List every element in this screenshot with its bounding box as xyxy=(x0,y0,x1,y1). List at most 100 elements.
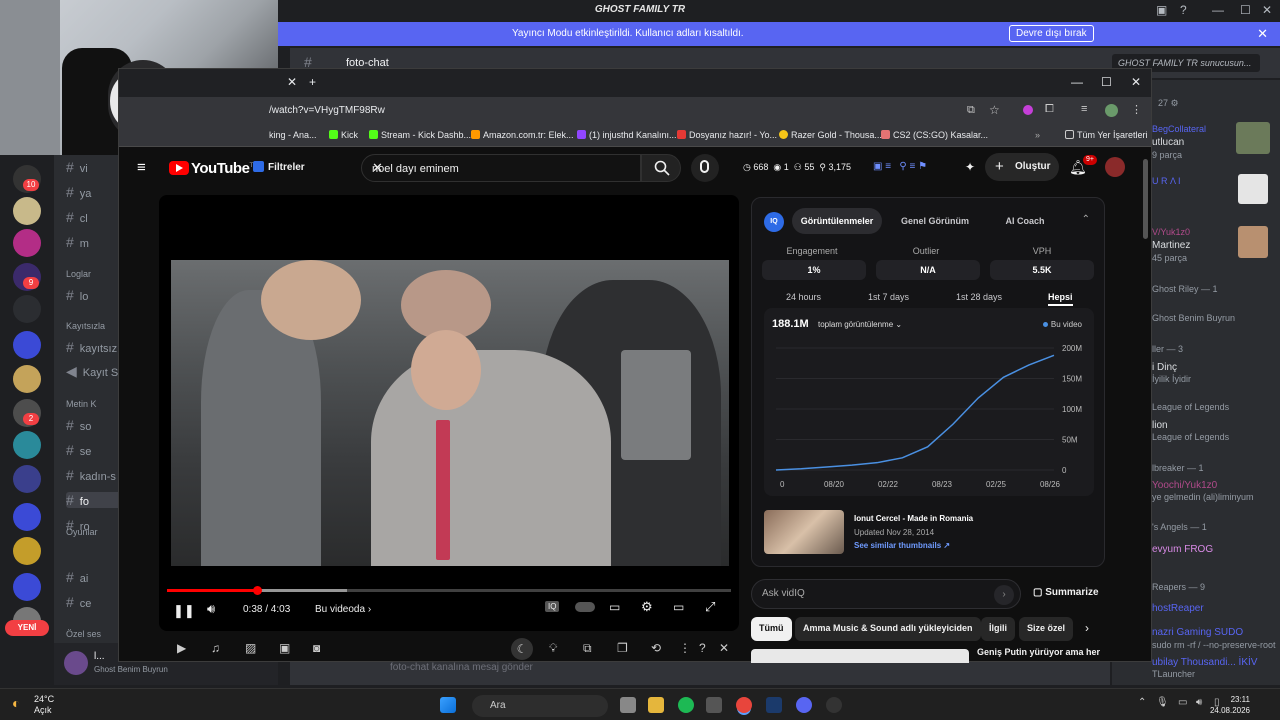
chapter-button[interactable]: Bu videoda › xyxy=(315,604,371,615)
close-icon[interactable]: ✕ xyxy=(1131,75,1141,89)
ask-vidiq-input[interactable]: Ask vidIQ › xyxy=(751,579,1021,609)
close-icon[interactable]: ✕ xyxy=(719,641,729,655)
range-24h[interactable]: 24 hours xyxy=(786,292,821,302)
member-name[interactable]: lion xyxy=(1152,420,1168,431)
bookmark-item[interactable]: Amazon.com.tr: Elek... xyxy=(471,130,574,140)
maximize-icon[interactable]: ☐ xyxy=(1101,75,1112,89)
close-tab-icon[interactable]: ✕ xyxy=(287,75,297,89)
minimize-icon[interactable]: — xyxy=(1071,75,1083,89)
channel-item[interactable]: # ya xyxy=(66,184,91,200)
more-bookmarks-icon[interactable]: » xyxy=(1035,130,1040,140)
volume-icon[interactable]: 🔊︎ xyxy=(207,601,215,617)
close-icon[interactable]: ✕ xyxy=(1262,3,1272,17)
vidiq-player-icon[interactable]: IQ xyxy=(545,601,560,612)
channel-item[interactable]: # cl xyxy=(66,209,88,225)
related-video[interactable]: Ionut Cercel - Made in Romania Updated N… xyxy=(764,510,1094,560)
video-frame[interactable] xyxy=(171,260,729,566)
channel-item[interactable]: # so xyxy=(66,417,91,433)
channel-item[interactable]: # ai xyxy=(66,569,88,585)
youtube-logo[interactable]: YouTubeTR xyxy=(169,160,257,177)
disable-streamer-mode-button[interactable]: Devre dışı bırak xyxy=(1009,25,1094,42)
server-icon[interactable] xyxy=(13,197,41,225)
member-name[interactable]: nazri Gaming SUDO xyxy=(1152,627,1243,638)
help-icon[interactable]: ? xyxy=(699,641,706,655)
install-icon[interactable]: ⧉ xyxy=(967,104,975,117)
channel-item[interactable]: # ce xyxy=(66,594,91,610)
avatar[interactable] xyxy=(64,651,88,675)
help-icon[interactable]: ? xyxy=(1180,3,1187,17)
loop-icon[interactable]: ⟲ xyxy=(651,641,661,655)
category-label[interactable]: Özel ses xyxy=(66,629,101,639)
voice-search-button[interactable] xyxy=(691,154,719,182)
spotify-icon[interactable] xyxy=(678,697,694,713)
autoplay-toggle[interactable] xyxy=(575,602,595,612)
folder-icon[interactable] xyxy=(13,573,41,601)
extension-icon[interactable] xyxy=(1023,105,1033,115)
related-title[interactable]: Ionut Cercel - Made in Romania xyxy=(854,514,973,523)
volume-icon[interactable]: 🔊︎ xyxy=(1196,697,1202,708)
app-icon[interactable] xyxy=(706,697,722,713)
chip-for-you[interactable]: Size özel xyxy=(1019,617,1074,641)
filters-button[interactable]: Filtreler xyxy=(253,161,305,173)
server-icon[interactable] xyxy=(13,537,41,565)
bookmark-item[interactable]: Kick xyxy=(329,130,358,140)
member-name[interactable]: utlucan xyxy=(1152,137,1184,148)
channel-item[interactable]: # kadın-s xyxy=(66,467,116,483)
member-name[interactable]: Martinez xyxy=(1152,240,1190,251)
all-bookmarks[interactable]: Tüm Yer İşaretleri xyxy=(1065,130,1148,140)
bookmark-star-icon[interactable]: ☆ xyxy=(989,103,1000,117)
chip-uploader[interactable]: Amma Music & Sound adlı yükleyiciden xyxy=(795,617,981,641)
tab-views[interactable]: Görüntülenmeler xyxy=(792,208,882,234)
folder-icon[interactable] xyxy=(13,331,41,359)
similar-thumbnails-link[interactable]: See similar thumbnails ↗ xyxy=(854,541,950,550)
scrollbar[interactable] xyxy=(1143,159,1148,239)
cc-icon[interactable]: ▣ xyxy=(279,641,290,655)
video-player[interactable]: ❚❚ 🔊︎ 0:38 / 4:03 Bu videoda › IQ ▭ ⚙ ▭ … xyxy=(159,195,739,631)
next-video-thumbnail[interactable] xyxy=(751,649,969,663)
member-name[interactable]: V/Yuk1z0 xyxy=(1152,227,1190,237)
channel-item[interactable]: # kayıtsız xyxy=(66,339,117,355)
create-button[interactable]: + Oluştur xyxy=(985,153,1059,181)
category-label[interactable]: Loglar xyxy=(66,269,91,279)
clear-search-icon[interactable]: ✕ xyxy=(372,160,632,176)
settings-icon[interactable]: ⚙ xyxy=(641,599,653,615)
channel-item[interactable]: # vi xyxy=(66,159,88,175)
member-name[interactable]: BegCollateral xyxy=(1152,124,1206,134)
camera-icon[interactable]: ▶ xyxy=(177,641,186,655)
reading-list-icon[interactable]: ≡ xyxy=(1081,103,1087,115)
bookmark-item[interactable]: Dosyanız hazır! - Yo... xyxy=(677,130,777,140)
inbox-icon[interactable]: ▣ xyxy=(1156,3,1167,17)
server-icon[interactable] xyxy=(13,365,41,393)
task-view-icon[interactable] xyxy=(620,697,636,713)
obs-icon[interactable] xyxy=(826,697,842,713)
send-icon[interactable]: › xyxy=(994,585,1014,605)
tab-ai-coach[interactable]: AI Coach xyxy=(990,208,1060,234)
network-icon[interactable]: ▭ xyxy=(1178,697,1187,708)
music-icon[interactable]: ♫ xyxy=(211,641,220,655)
bookmark-item[interactable]: (1) injusthd Kanalını... xyxy=(577,130,677,140)
picture-in-picture-icon[interactable]: ⧉ xyxy=(583,641,592,656)
close-banner-icon[interactable]: ✕ xyxy=(1257,26,1268,42)
member-name[interactable]: U R Λ I xyxy=(1152,176,1181,186)
chrome-icon[interactable] xyxy=(736,697,752,713)
clock[interactable]: 23:11 24.08.2026 xyxy=(1210,694,1250,716)
member-name[interactable]: ubilay Thousandi... İKİV xyxy=(1152,657,1257,668)
collapse-icon[interactable]: ⌃ xyxy=(1082,214,1090,225)
url-text[interactable]: /watch?v=VHygTMF98Rw xyxy=(269,105,385,116)
tray-chevron-icon[interactable]: ⌃ xyxy=(1138,697,1146,708)
bookmark-item[interactable]: king - Ana... xyxy=(269,130,317,140)
minimize-icon[interactable]: — xyxy=(1212,3,1224,17)
category-label[interactable]: Oyunlar xyxy=(66,527,98,537)
channel-item[interactable]: # lo xyxy=(66,287,88,303)
search-button[interactable] xyxy=(641,154,681,182)
summarize-button[interactable]: ▢ Summarize xyxy=(1033,587,1099,598)
theater-mode-icon[interactable]: ▭ xyxy=(673,600,684,614)
subtitles-icon[interactable]: ▭ xyxy=(609,600,620,614)
discord-icon[interactable] xyxy=(796,697,812,713)
address-bar[interactable]: /watch?v=VHygTMF98Rw ⧉ ☆ ⧠ ≡ ⋮ xyxy=(119,97,1151,125)
member-name[interactable]: Yoochi/Yuk1z0 xyxy=(1152,480,1217,491)
folder-icon[interactable] xyxy=(13,503,41,531)
hamburger-menu-icon[interactable]: ≡ xyxy=(137,159,146,176)
member-name[interactable]: i Dinç xyxy=(1152,362,1177,373)
bookmark-item[interactable]: Razer Gold - Thousa... xyxy=(779,130,882,140)
